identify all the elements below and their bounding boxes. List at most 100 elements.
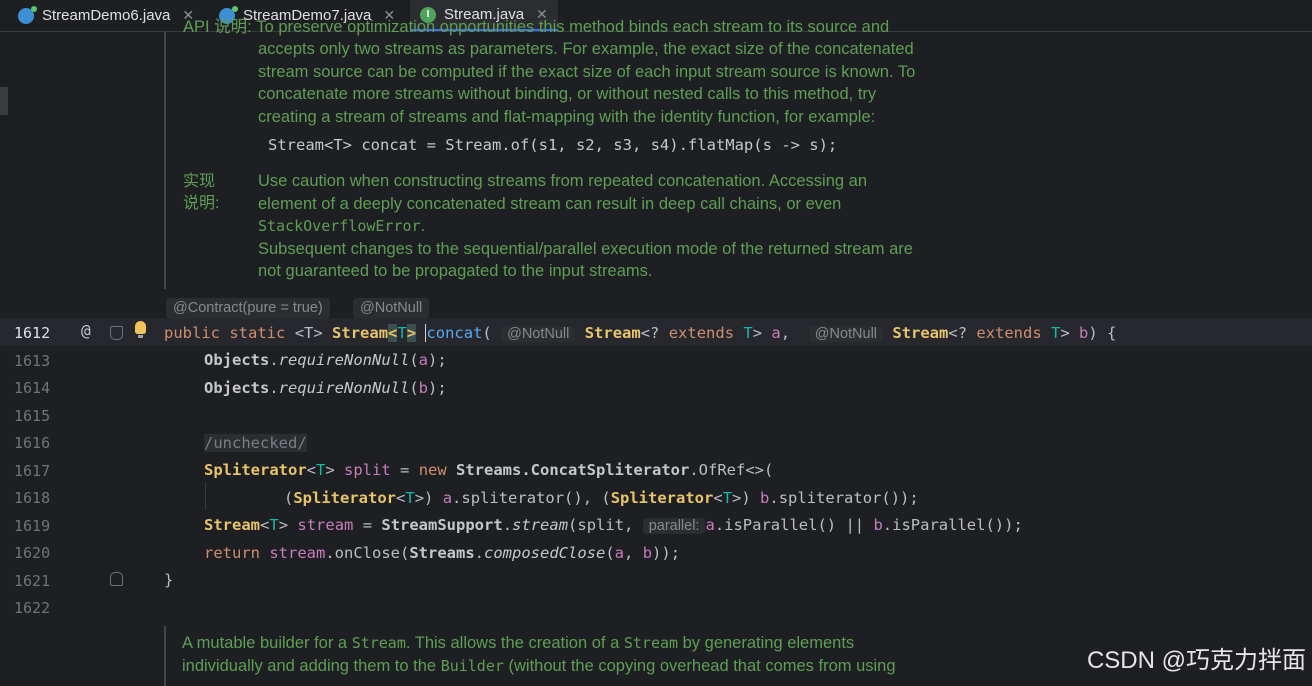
- doc-line: StackOverflowError.: [258, 215, 913, 238]
- type: Spliterator: [610, 489, 714, 507]
- param-type: Stream: [584, 324, 641, 342]
- method-call: .isParallel() ||: [714, 516, 874, 534]
- gutter-marker: [0, 87, 8, 115]
- doc-text: (without the copying overhead that comes…: [503, 656, 896, 675]
- method-call: .spliterator(), (: [452, 489, 611, 507]
- arg: b: [642, 544, 653, 562]
- dot: .: [502, 516, 513, 534]
- doc-punct: .: [420, 217, 426, 236]
- constructor-call: .OfRef<>(: [689, 461, 774, 479]
- lightbulb-icon[interactable]: [135, 321, 146, 338]
- param-name: b: [1079, 324, 1089, 342]
- doc-line: not guaranteed to be propagated to the i…: [258, 262, 653, 281]
- code-line-1616[interactable]: /unchecked/: [204, 429, 307, 457]
- args: (split,: [568, 516, 643, 534]
- arg: b: [873, 516, 883, 534]
- type-var: T: [722, 489, 733, 507]
- arg: a: [705, 516, 715, 534]
- doc-line: concatenate more streams without binding…: [258, 85, 877, 104]
- impl-note-text: Use caution when constructing streams fr…: [258, 170, 913, 283]
- doc-line: element of a deeply concatenated stream …: [258, 194, 842, 213]
- doc-text: by generating elements: [678, 634, 855, 652]
- csdn-watermark: CSDN @巧克力拌面: [1086, 647, 1306, 674]
- doc-code-ref: Builder: [440, 656, 504, 675]
- code-line-1613[interactable]: Objects.requireNonNull(a);: [204, 346, 447, 374]
- type-var: T: [743, 324, 753, 342]
- line-number: 1612: [14, 324, 51, 342]
- tab-label: StreamDemo6.java: [42, 7, 171, 24]
- doc-paragraph: accepts only two streams as parameters. …: [258, 38, 915, 128]
- generic: <: [260, 516, 270, 534]
- paren: (: [409, 351, 419, 369]
- doc-line: Use caution when constructing streams fr…: [258, 172, 868, 190]
- code-line-1614[interactable]: Objects.requireNonNull(b);: [204, 374, 447, 402]
- dot: .: [269, 351, 279, 369]
- java-class-icon: [18, 5, 37, 24]
- method-call: .spliterator());: [769, 489, 919, 507]
- comment: /unchecked/: [204, 434, 307, 452]
- line-number: 1618: [14, 489, 51, 507]
- class-ref: Objects: [204, 379, 270, 397]
- generic: >: [278, 516, 289, 534]
- code-line-1612[interactable]: public static <T> Stream<T> concat( @Not…: [164, 319, 1116, 347]
- contract-inlay[interactable]: @Contract(pure = true): [166, 298, 330, 319]
- method-call: .onClose(: [325, 544, 410, 562]
- doc-code-ref: Stream: [623, 634, 679, 652]
- code-editor[interactable]: API 说明: To preserve optimization opportu…: [0, 18, 1312, 686]
- code-line-1621[interactable]: }: [164, 566, 173, 594]
- notnull-inlay[interactable]: @NotNull: [353, 298, 430, 319]
- keyword: extends: [668, 324, 735, 342]
- generic: <: [306, 461, 316, 479]
- indent-guide: [205, 482, 206, 510]
- generic: <?: [948, 324, 977, 342]
- static-call: requireNonNull: [278, 379, 410, 397]
- type-var: T: [269, 516, 279, 534]
- line-number: 1621: [14, 572, 51, 590]
- doc-line: creating a stream of streams and flat-ma…: [258, 107, 876, 126]
- doc-cut-line: API 说明: To preserve optimization opportu…: [183, 18, 890, 36]
- paren: (: [605, 544, 615, 562]
- operator: =: [353, 516, 382, 534]
- generic: >: [752, 324, 772, 342]
- class-ref: Streams: [409, 544, 475, 562]
- code-line-1618[interactable]: (Spliterator<T>) a.spliterator(), (Split…: [284, 484, 919, 512]
- impl-label-line: 说明:: [183, 195, 220, 212]
- type-params: <T>: [294, 324, 323, 342]
- comma: ,: [780, 324, 800, 342]
- doc-comment-bar: [164, 32, 166, 289]
- brace: ) {: [1088, 324, 1117, 342]
- line-number: 1620: [14, 544, 51, 562]
- doc-line: A mutable builder for a Stream. This all…: [182, 632, 896, 655]
- arg: a: [442, 489, 453, 507]
- doc-line: stream source can be computed if the exa…: [258, 62, 916, 81]
- generic: <: [396, 489, 406, 507]
- generic: >: [325, 461, 335, 479]
- keyword: static: [229, 324, 286, 342]
- implementing-method-icon[interactable]: @: [81, 321, 91, 340]
- fold-end-icon[interactable]: [110, 572, 123, 586]
- type-var: T: [397, 324, 407, 342]
- local-var: split: [334, 461, 391, 479]
- doc-text: . This allows the creation of a: [405, 634, 624, 652]
- code-line-1619[interactable]: Stream<T> stream = StreamSupport.stream(…: [204, 511, 1023, 539]
- impl-label-line: 实现: [183, 173, 216, 190]
- doc-code-example: Stream<T> concat = Stream.of(s1, s2, s3,…: [268, 136, 838, 154]
- keyword: extends: [976, 324, 1042, 342]
- line-number: 1619: [14, 517, 51, 535]
- fold-icon[interactable]: [110, 326, 123, 340]
- doc-line: accepts only two streams as parameters. …: [258, 40, 914, 58]
- paren: (: [409, 379, 419, 397]
- static-call: stream: [512, 516, 569, 534]
- line-number: 1614: [14, 379, 51, 397]
- paren: );: [428, 351, 447, 369]
- method-call: .isParallel());: [882, 516, 1023, 534]
- line-number: 1613: [14, 352, 51, 370]
- doc-text: individually and adding them to the: [182, 656, 441, 675]
- doc-code-ref: Stream: [351, 634, 406, 652]
- arg: a: [418, 351, 429, 369]
- paren: ));: [652, 544, 681, 562]
- paren: (: [482, 324, 492, 342]
- tab-streamdemo6[interactable]: StreamDemo6.java ✕: [18, 0, 194, 31]
- code-line-1620[interactable]: return stream.onClose(Streams.composedCl…: [204, 539, 680, 567]
- code-line-1617[interactable]: Spliterator<T> split = new Streams.Conca…: [204, 456, 773, 484]
